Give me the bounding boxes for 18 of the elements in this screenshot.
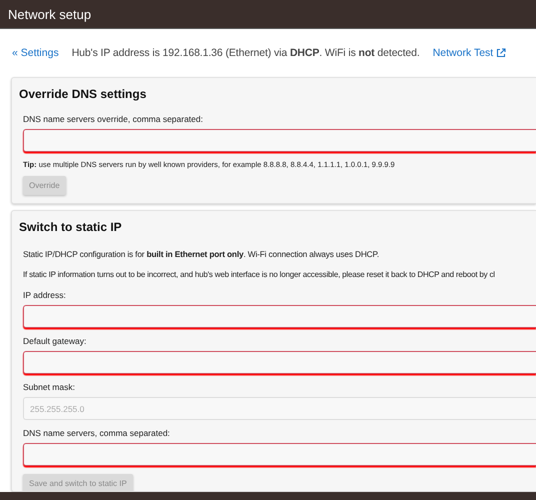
status-message: Hub's IP address is 192.168.1.36 (Ethernet) via DHCP. WiFi is not detected.	[72, 47, 420, 59]
field-label: IP address:	[23, 290, 66, 300]
field-label: Subnet mask:	[23, 382, 75, 392]
card-title: Switch to static IP	[18, 219, 123, 236]
card-title: Override DNS settings	[18, 86, 148, 103]
settings-link[interactable]: « Settings	[12, 47, 59, 59]
field-label: DNS name servers, comma separated:	[23, 428, 170, 438]
window-title: Network setup	[8, 6, 92, 22]
network-test-link[interactable]: Network Test	[432, 47, 506, 59]
note-text: If static IP information turns out to be incorrect, and hub's web interface is no longer accessible, please reset it back to DHCP and reboot by cl	[23, 270, 495, 279]
input-field[interactable]	[23, 443, 536, 466]
input-field[interactable]	[23, 351, 536, 374]
field-label: DNS name servers override, comma separated:	[23, 114, 203, 124]
external-link-icon	[496, 48, 506, 58]
note-text: Static IP/DHCP configuration is for built in Ethernet port only. Wi-Fi connection always uses DHCP.	[23, 249, 379, 259]
input-field[interactable]	[23, 129, 536, 152]
input-field[interactable]	[23, 305, 536, 328]
field-label: Default gateway:	[23, 336, 86, 346]
